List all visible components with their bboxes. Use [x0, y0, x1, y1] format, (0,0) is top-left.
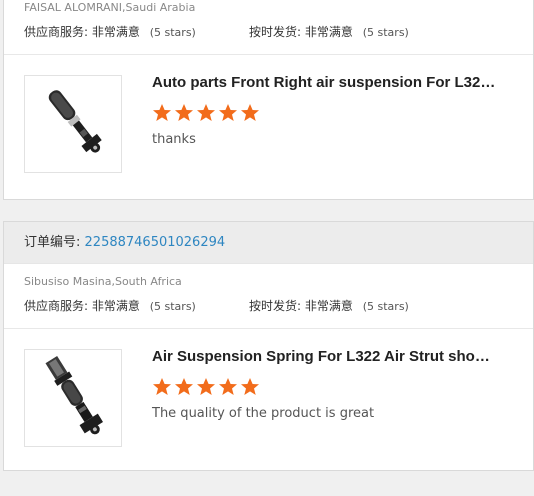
review-item: Air Suspension Spring For L322 Air Strut… [4, 329, 533, 469]
ratings-row: 供应商服务: 非常满意 (5 stars) 按时发货: 非常满意 (5 star… [24, 298, 533, 314]
order-number-link[interactable]: 22588746501026294 [85, 235, 226, 250]
star-icon [196, 103, 216, 123]
review-card: FAISAL ALOMRANI,Saudi Arabia 供应商服务: 非常满意… [3, 0, 534, 200]
ratings-row: 供应商服务: 非常满意 (5 stars) 按时发货: 非常满意 (5 star… [24, 24, 533, 40]
product-title[interactable]: Auto parts Front Right air suspension Fo… [152, 74, 497, 91]
supplier-service-value: 非常满意 [91, 299, 140, 313]
supplier-service-label: 供应商服务: [24, 299, 89, 313]
shipping-stars-note: (5 stars) [362, 300, 409, 313]
shipping-label: 按时发货: [249, 25, 302, 39]
star-icon [240, 103, 260, 123]
review-item: Auto parts Front Right air suspension Fo… [4, 55, 533, 195]
star-icon [240, 377, 260, 397]
star-icon [174, 103, 194, 123]
shipping-value: 非常满意 [304, 299, 353, 313]
supplier-service-label: 供应商服务: [24, 25, 89, 39]
product-title[interactable]: Air Suspension Spring For L322 Air Strut… [152, 348, 497, 365]
star-icon [152, 377, 172, 397]
shipping-rating-group: 按时发货: 非常满意 (5 stars) [249, 24, 409, 41]
star-icon [174, 377, 194, 397]
buyer-name: FAISAL ALOMRANI,Saudi Arabia [24, 1, 196, 14]
star-rating [152, 377, 262, 397]
buyer-name: Sibusiso Masina,South Africa [24, 275, 182, 288]
supplier-stars-note: (5 stars) [149, 26, 196, 39]
review-comment: thanks [152, 132, 196, 147]
shipping-rating-group: 按时发货: 非常满意 (5 stars) [249, 298, 409, 315]
supplier-stars-note: (5 stars) [149, 300, 196, 313]
star-rating [152, 103, 262, 123]
star-icon [218, 103, 238, 123]
review-meta: FAISAL ALOMRANI,Saudi Arabia 供应商服务: 非常满意… [4, 0, 533, 40]
star-icon [196, 377, 216, 397]
product-thumbnail[interactable] [24, 349, 122, 447]
star-icon [218, 377, 238, 397]
review-card: 订单编号: 22588746501026294 Sibusiso Masina,… [3, 221, 534, 471]
review-meta: Sibusiso Masina,South Africa 供应商服务: 非常满意… [4, 264, 533, 314]
order-bar: 订单编号: 22588746501026294 [4, 222, 533, 264]
shipping-label: 按时发货: [249, 299, 302, 313]
shipping-stars-note: (5 stars) [362, 26, 409, 39]
air-strut-icon [45, 355, 104, 435]
star-icon [152, 103, 172, 123]
order-number-label: 订单编号: [24, 235, 81, 250]
supplier-service-value: 非常满意 [91, 25, 140, 39]
air-suspension-shock-icon [48, 90, 102, 153]
shipping-value: 非常满意 [304, 25, 353, 39]
review-comment: The quality of the product is great [152, 406, 375, 421]
product-thumbnail[interactable] [24, 75, 122, 173]
